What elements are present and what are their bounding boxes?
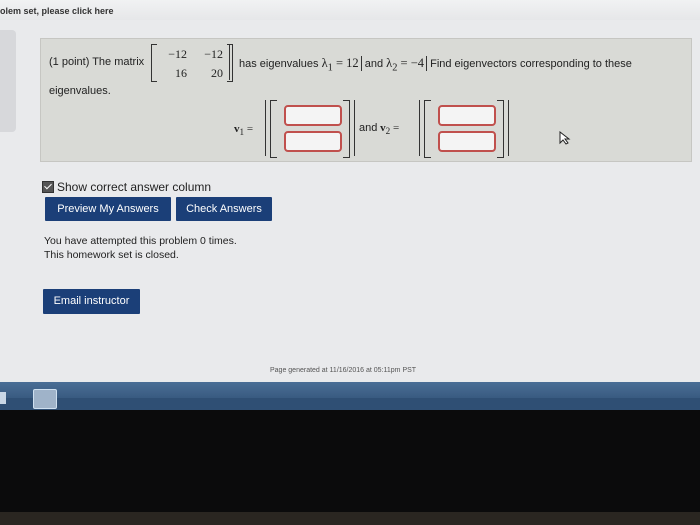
top-bar: olem set, please click here	[0, 0, 700, 20]
email-instructor-button[interactable]: Email instructor	[43, 289, 140, 314]
lambda2-answer[interactable]: −4	[411, 56, 428, 71]
page-generated-footer: Page generated at 11/16/2016 at 05:11pm …	[270, 367, 417, 374]
mouse-cursor-icon	[559, 131, 571, 145]
start-button-icon[interactable]	[0, 392, 6, 404]
matrix: −12 −12 16 20	[151, 42, 233, 84]
taskbar-strip	[0, 398, 700, 410]
matrix-cell: −12	[168, 47, 187, 61]
v1-input-1[interactable]	[284, 105, 342, 126]
problem-intro: (1 point) The matrix	[49, 56, 145, 68]
attempts-status: You have attempted this problem 0 times.	[44, 235, 237, 247]
check-answers-button[interactable]: Check Answers	[176, 197, 272, 221]
v1-input-2[interactable]	[284, 131, 342, 152]
lambda2: λ2 = −4	[386, 56, 428, 74]
preview-answers-button[interactable]: Preview My Answers	[45, 197, 171, 221]
matrix-right-bracket-line	[229, 44, 230, 80]
lambda1-answer[interactable]: 12	[346, 56, 362, 71]
find-text: Find eigenvectors corresponding to these	[430, 58, 632, 70]
show-correct-option[interactable]: Show correct answer column	[42, 180, 211, 194]
and-text: and	[364, 58, 384, 70]
header-link[interactable]: olem set, please click here	[0, 6, 114, 16]
v1-vector	[265, 100, 355, 158]
matrix-cell: 20	[211, 66, 223, 80]
taskbar-app-icon[interactable]	[33, 389, 57, 409]
matrix-cell: −12	[204, 47, 223, 61]
v2-input-1[interactable]	[438, 105, 496, 126]
closed-status: This homework set is closed.	[44, 249, 179, 261]
desk-surface	[0, 512, 700, 525]
matrix-left-bracket	[151, 44, 157, 82]
has-eigenvalues-text: has eigenvalues	[239, 58, 319, 70]
v2-vector	[419, 100, 509, 158]
left-panel	[0, 30, 16, 132]
monitor-bezel	[0, 410, 700, 525]
v2-input-2[interactable]	[438, 131, 496, 152]
show-correct-label: Show correct answer column	[57, 180, 212, 194]
and-text-2: and	[359, 122, 378, 134]
problem-box: (1 point) The matrix −12 −12 16 20 has e…	[40, 38, 692, 162]
v2-label: and v2 =	[359, 122, 400, 137]
eigenvalue-statement: has eigenvalues λ1 = 12 and λ2 = −4 Find…	[239, 56, 632, 74]
show-correct-checkbox[interactable]	[42, 181, 54, 193]
eigenvalues-text: eigenvalues.	[49, 85, 111, 97]
matrix-cell: 16	[175, 66, 187, 80]
v1-label: v1 =	[234, 123, 254, 138]
lambda1: λ1 = 12	[322, 56, 362, 74]
matrix-right-bracket	[227, 44, 233, 82]
